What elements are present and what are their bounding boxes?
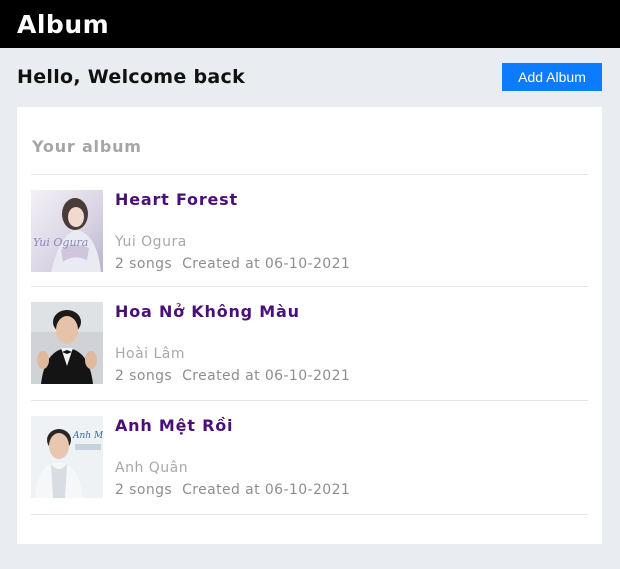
created-date: Created at 06-10-2021 [182, 256, 351, 272]
album-cover-image[interactable] [31, 302, 103, 384]
album-artist: Anh Quân [115, 460, 189, 476]
subheader: Hello, Welcome back Add Album [0, 48, 620, 105]
album-artist: Hoài Lâm [115, 346, 186, 362]
svg-text:Anh Mệt Rồi: Anh Mệt Rồi [72, 430, 103, 441]
divider [31, 514, 588, 515]
album-artist: Yui Ogura [115, 234, 187, 250]
album-list-card: Your album Yui Ogura Heart Forest Yui Og… [17, 107, 602, 544]
svg-text:Yui Ogura: Yui Ogura [33, 236, 88, 249]
album-name[interactable]: Heart Forest [115, 190, 238, 209]
app-header: Album [0, 0, 620, 48]
add-album-button[interactable]: Add Album [502, 62, 602, 91]
album-list-title: Your album [32, 137, 142, 156]
song-count: 2 songs [115, 368, 173, 384]
created-date: Created at 06-10-2021 [182, 368, 351, 384]
album-item[interactable]: Anh Mệt Rồi Anh Mệt Rồi Anh Quân 2 songs… [31, 416, 588, 528]
album-meta: 2 songs Created at 06-10-2021 [115, 256, 350, 272]
divider [31, 286, 588, 287]
created-date: Created at 06-10-2021 [182, 482, 351, 498]
app-title: Album [17, 9, 110, 39]
album-item[interactable]: Hoa Nở Không Màu Hoài Lâm 2 songs Created… [31, 302, 588, 414]
album-meta: 2 songs Created at 06-10-2021 [115, 368, 350, 384]
album-cover-image[interactable]: Anh Mệt Rồi [31, 416, 103, 498]
album-cover-image[interactable]: Yui Ogura [31, 190, 103, 272]
divider [31, 400, 588, 401]
album-name[interactable]: Anh Mệt Rồi [115, 416, 233, 435]
welcome-heading: Hello, Welcome back [17, 65, 246, 88]
divider [31, 174, 588, 175]
album-meta: 2 songs Created at 06-10-2021 [115, 482, 350, 498]
song-count: 2 songs [115, 482, 173, 498]
song-count: 2 songs [115, 256, 173, 272]
album-name[interactable]: Hoa Nở Không Màu [115, 302, 300, 321]
